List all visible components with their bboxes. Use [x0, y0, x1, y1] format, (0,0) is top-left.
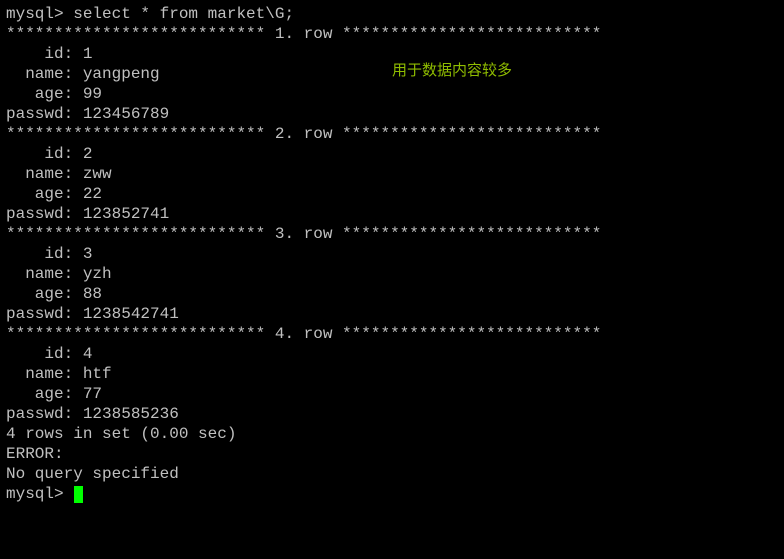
- row-2-age: age: 22: [6, 184, 778, 204]
- row-2-id: id: 2: [6, 144, 778, 164]
- row-1-passwd: passwd: 123456789: [6, 104, 778, 124]
- terminal-cursor: [74, 486, 83, 503]
- terminal-prompt: mysql>: [6, 484, 73, 504]
- row-separator-2: *************************** 2. row *****…: [6, 124, 778, 144]
- terminal-prompt-row[interactable]: mysql>: [6, 484, 778, 504]
- row-4-name: name: htf: [6, 364, 778, 384]
- row-2-name: name: zww: [6, 164, 778, 184]
- row-3-name: name: yzh: [6, 264, 778, 284]
- error-message: No query specified: [6, 464, 778, 484]
- error-label: ERROR:: [6, 444, 778, 464]
- row-separator-3: *************************** 3. row *****…: [6, 224, 778, 244]
- row-4-passwd: passwd: 1238585236: [6, 404, 778, 424]
- row-3-age: age: 88: [6, 284, 778, 304]
- row-1-age: age: 99: [6, 84, 778, 104]
- row-3-id: id: 3: [6, 244, 778, 264]
- command-line: mysql> select * from market\G;: [6, 4, 778, 24]
- row-separator-1: *************************** 1. row *****…: [6, 24, 778, 44]
- row-3-passwd: passwd: 1238542741: [6, 304, 778, 324]
- row-4-age: age: 77: [6, 384, 778, 404]
- row-1-id: id: 1: [6, 44, 778, 64]
- result-summary: 4 rows in set (0.00 sec): [6, 424, 778, 444]
- annotation-overlay: 用于数据内容较多: [392, 62, 512, 81]
- row-4-id: id: 4: [6, 344, 778, 364]
- row-separator-4: *************************** 4. row *****…: [6, 324, 778, 344]
- row-2-passwd: passwd: 123852741: [6, 204, 778, 224]
